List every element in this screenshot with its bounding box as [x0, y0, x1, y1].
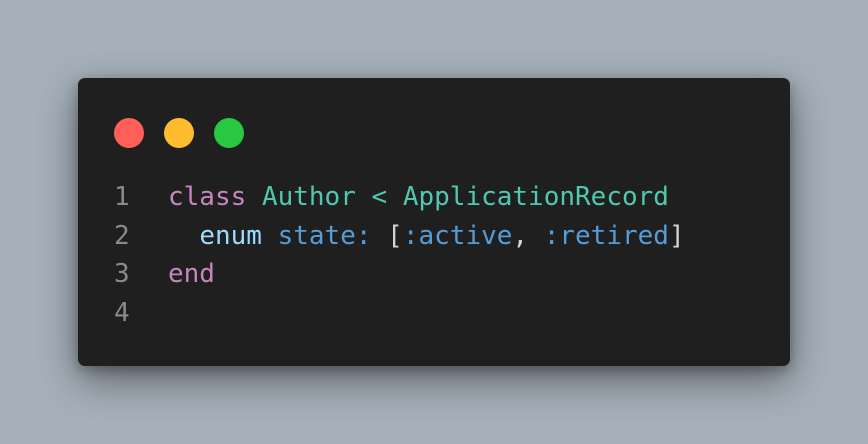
code-token-class-name: Author — [261, 182, 356, 212]
maximize-dot-icon[interactable] — [214, 118, 244, 148]
code-line[interactable]: 1 class Author < ApplicationRecord — [114, 178, 685, 217]
code-token-punctuation — [262, 221, 278, 251]
code-line[interactable]: 4 — [114, 294, 685, 333]
code-token-keyword: end — [168, 259, 215, 289]
line-number: 1 — [114, 182, 130, 212]
line-content: enum state: [:active, :retired] — [144, 217, 685, 256]
code-token-punctuation — [387, 182, 403, 212]
window-controls — [114, 118, 244, 148]
line-number: 3 — [114, 259, 130, 289]
code-token-symbol: :active — [402, 220, 513, 251]
code-token-operator: < — [371, 182, 388, 212]
code-line[interactable]: 3 end — [114, 255, 685, 294]
code-token-punctuation — [372, 221, 388, 251]
code-line[interactable]: 2 enum state: [:active, :retired] — [114, 217, 685, 256]
minimize-dot-icon[interactable] — [164, 118, 194, 148]
code-token-symbol: state: — [277, 220, 372, 251]
code-token-identifier: enum — [199, 220, 262, 251]
code-token-punctuation — [168, 221, 199, 251]
code-token-punctuation — [356, 182, 372, 212]
code-token-punctuation: ] — [668, 220, 685, 251]
line-content: class Author < ApplicationRecord — [144, 178, 669, 217]
code-token-keyword: class — [168, 182, 247, 212]
line-number: 2 — [114, 220, 130, 251]
line-content: end — [144, 255, 215, 294]
code-token-class-name: ApplicationRecord — [402, 182, 669, 212]
line-content — [144, 294, 168, 333]
code-window: 1 class Author < ApplicationRecord 2 enum … — [78, 78, 790, 366]
code-token-punctuation: , — [512, 220, 529, 251]
code-editor[interactable]: 1 class Author < ApplicationRecord 2 enum … — [114, 178, 685, 332]
code-token-punctuation: [ — [387, 220, 403, 251]
close-dot-icon[interactable] — [114, 118, 144, 148]
line-number: 4 — [114, 297, 130, 328]
code-token-punctuation — [528, 221, 544, 251]
code-token-symbol: :retired — [543, 220, 669, 251]
code-token-punctuation — [246, 182, 262, 212]
